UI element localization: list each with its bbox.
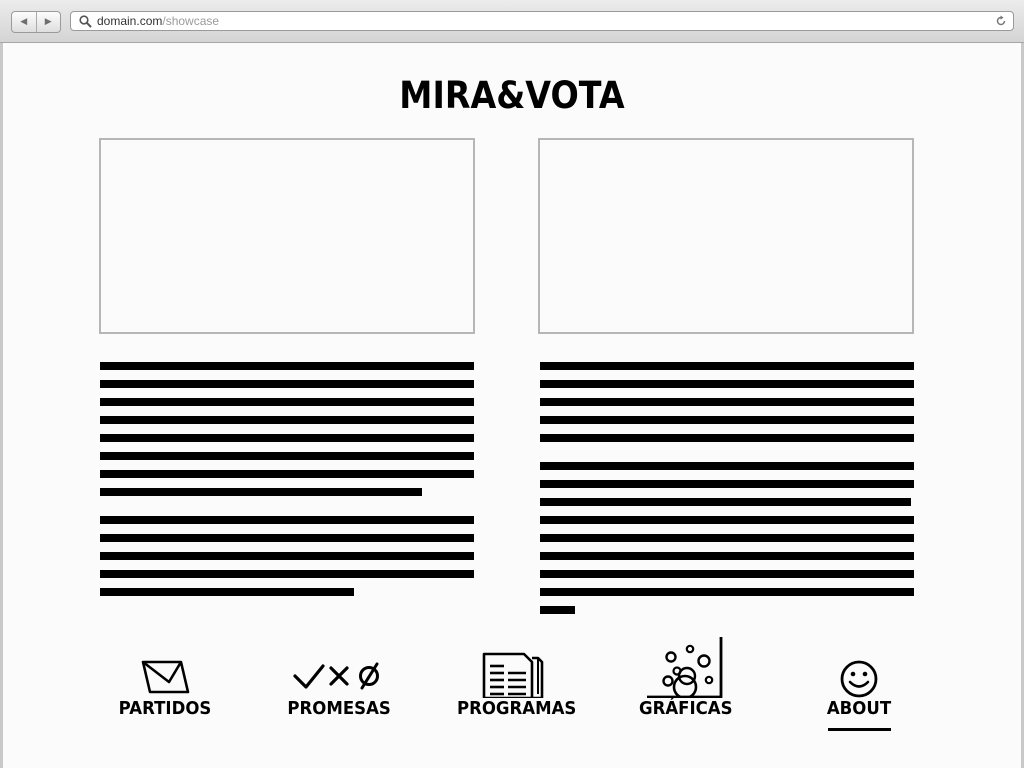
back-arrow-icon: ◀	[20, 17, 28, 27]
text-line	[540, 498, 911, 506]
nav-item-graficas[interactable]: GRÁFICAS	[635, 636, 735, 719]
forward-arrow-icon: ▶	[44, 17, 52, 27]
text-line	[540, 462, 914, 470]
text-line	[540, 570, 914, 578]
nav-label: PROGRAMAS	[456, 698, 577, 719]
nav-label: PROMESAS	[287, 698, 391, 719]
text-line	[540, 534, 914, 542]
history-buttons: ◀ ▶	[11, 11, 61, 33]
text-line	[100, 434, 474, 442]
text-line	[100, 534, 474, 542]
text-line	[540, 434, 914, 442]
nav-item-programas[interactable]: PROGRAMAS	[452, 636, 576, 719]
active-nav-underline	[828, 728, 891, 731]
nav-label: GRÁFICAS	[639, 698, 733, 719]
nav-item-about[interactable]: ABOUT	[814, 636, 904, 719]
url-host: domain.com	[97, 14, 163, 28]
back-button[interactable]: ◀	[12, 12, 36, 32]
text-line	[100, 516, 474, 524]
text-line	[100, 588, 354, 596]
bubble-chart-icon	[647, 637, 723, 698]
text-line	[100, 398, 474, 406]
smiley-icon	[840, 660, 878, 698]
forward-button[interactable]: ▶	[35, 12, 61, 32]
nav-label: PARTIDOS	[118, 698, 212, 719]
text-line	[100, 470, 474, 478]
image-placeholder-right	[538, 138, 914, 334]
text-line	[100, 570, 474, 578]
reload-icon[interactable]	[995, 15, 1007, 27]
text-line	[540, 480, 914, 488]
text-line	[100, 380, 474, 388]
text-line	[540, 398, 914, 406]
documents-icon	[482, 652, 544, 698]
text-line	[540, 552, 914, 560]
text-line	[100, 362, 474, 370]
image-placeholder-left	[99, 138, 475, 334]
browser-toolbar: ◀ ▶ domain.com/showcase	[0, 0, 1024, 43]
text-line	[100, 452, 474, 460]
nav-label: ABOUT	[826, 698, 892, 719]
check-cross-null-icon	[293, 662, 379, 690]
text-line	[540, 588, 914, 596]
text-line	[540, 516, 914, 524]
text-line	[540, 416, 914, 424]
nav-item-partidos[interactable]: PARTIDOS	[110, 636, 220, 719]
text-line	[100, 488, 422, 496]
url-text: domain.com/showcase	[97, 14, 219, 29]
window-frame-left	[0, 43, 3, 768]
text-line	[540, 380, 914, 388]
text-line	[540, 606, 575, 614]
address-bar[interactable]: domain.com/showcase	[70, 11, 1014, 31]
envelope-icon	[141, 660, 190, 694]
text-line	[540, 362, 914, 370]
text-line	[100, 552, 474, 560]
nav-item-promesas[interactable]: PROMESAS	[283, 636, 393, 719]
site-logo[interactable]: MIRA&VOTA	[51, 74, 973, 117]
search-icon	[79, 15, 92, 28]
url-path: /showcase	[162, 14, 220, 28]
text-line	[100, 416, 474, 424]
